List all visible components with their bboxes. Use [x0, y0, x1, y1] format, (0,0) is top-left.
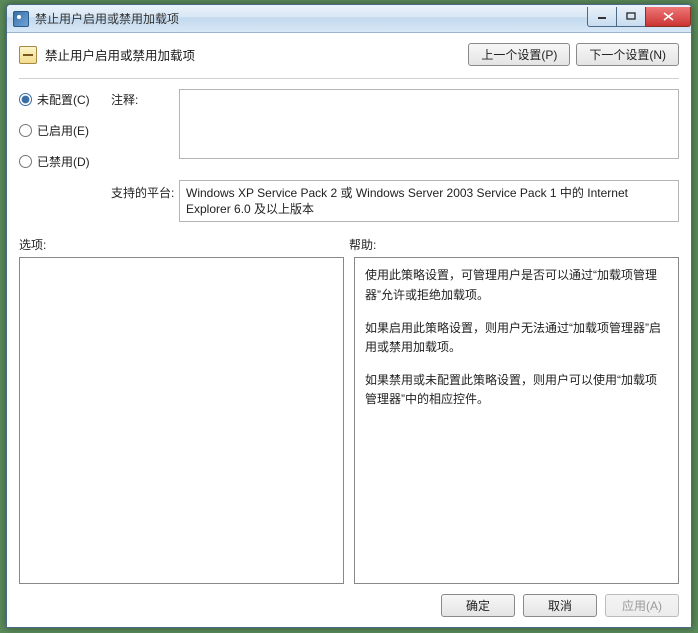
radio-disabled-label: 已禁用(D)	[37, 153, 90, 170]
panes: 使用此策略设置，可管理用户是否可以通过“加载项管理器”允许或拒绝加载项。 如果启…	[19, 257, 679, 584]
minimize-button[interactable]	[587, 7, 617, 27]
radio-disabled-input[interactable]	[19, 155, 32, 168]
app-icon	[13, 11, 29, 27]
page-title: 禁止用户启用或禁用加载项	[45, 45, 468, 64]
radio-enabled-input[interactable]	[19, 124, 32, 137]
titlebar[interactable]: 禁止用户启用或禁用加载项	[7, 5, 691, 33]
cancel-button[interactable]: 取消	[523, 594, 597, 617]
divider	[19, 78, 679, 79]
comment-col	[179, 89, 679, 162]
options-label: 选项:	[19, 236, 349, 253]
radio-enabled-label: 已启用(E)	[37, 122, 89, 139]
maximize-icon	[626, 12, 636, 20]
help-paragraph: 使用此策略设置，可管理用户是否可以通过“加载项管理器”允许或拒绝加载项。	[365, 266, 668, 304]
apply-button[interactable]: 应用(A)	[605, 594, 679, 617]
ok-button[interactable]: 确定	[441, 594, 515, 617]
radio-not-configured[interactable]: 未配置(C)	[19, 91, 111, 108]
help-pane[interactable]: 使用此策略设置，可管理用户是否可以通过“加载项管理器”允许或拒绝加载项。 如果启…	[354, 257, 679, 584]
client-area: 禁止用户启用或禁用加载项 上一个设置(P) 下一个设置(N) 未配置(C) 已启…	[7, 33, 691, 627]
close-icon	[663, 12, 674, 21]
help-paragraph: 如果启用此策略设置，则用户无法通过“加载项管理器”启用或禁用加载项。	[365, 319, 668, 357]
help-paragraph: 如果禁用或未配置此策略设置，则用户可以使用“加载项管理器”中的相应控件。	[365, 371, 668, 409]
next-setting-button[interactable]: 下一个设置(N)	[576, 43, 679, 66]
platform-label: 支持的平台:	[111, 180, 179, 222]
dialog-window: 禁止用户启用或禁用加载项 禁止用户启用或禁用加载项 上一个设置(P) 下一个设置…	[6, 4, 692, 628]
config-row: 未配置(C) 已启用(E) 已禁用(D) 注释:	[19, 89, 679, 170]
window-title: 禁止用户启用或禁用加载项	[35, 10, 588, 27]
radio-not-configured-label: 未配置(C)	[37, 91, 90, 108]
state-radio-group: 未配置(C) 已启用(E) 已禁用(D)	[19, 89, 111, 170]
previous-setting-button[interactable]: 上一个设置(P)	[468, 43, 570, 66]
radio-disabled[interactable]: 已禁用(D)	[19, 153, 111, 170]
close-button[interactable]	[645, 7, 691, 27]
platform-text: Windows XP Service Pack 2 或 Windows Serv…	[179, 180, 679, 222]
help-label: 帮助:	[349, 236, 679, 253]
options-pane[interactable]	[19, 257, 344, 584]
section-labels: 选项: 帮助:	[19, 236, 679, 253]
maximize-button[interactable]	[616, 7, 646, 27]
platform-row: 支持的平台: Windows XP Service Pack 2 或 Windo…	[19, 180, 679, 222]
minimize-icon	[597, 12, 607, 20]
header-row: 禁止用户启用或禁用加载项 上一个设置(P) 下一个设置(N)	[19, 43, 679, 66]
footer-buttons: 确定 取消 应用(A)	[19, 584, 679, 617]
policy-icon	[19, 46, 37, 64]
nav-buttons: 上一个设置(P) 下一个设置(N)	[468, 43, 679, 66]
comment-label: 注释:	[111, 89, 179, 108]
radio-enabled[interactable]: 已启用(E)	[19, 122, 111, 139]
window-controls	[588, 7, 691, 27]
radio-not-configured-input[interactable]	[19, 93, 32, 106]
comment-input[interactable]	[179, 89, 679, 159]
